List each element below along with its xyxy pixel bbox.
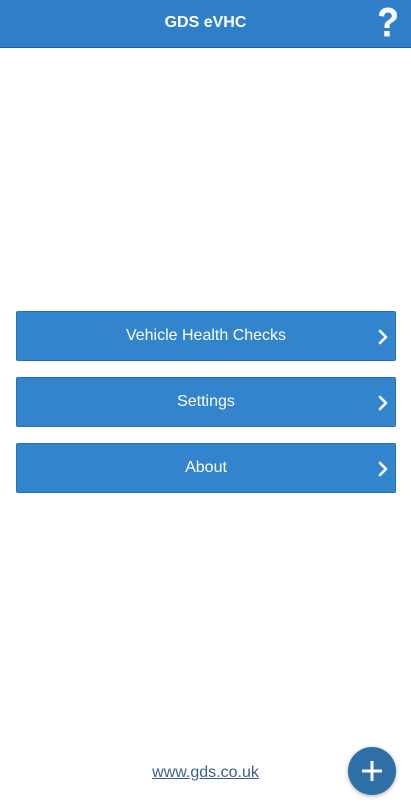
menu-item-label: Settings bbox=[177, 393, 235, 410]
app-header: GDS eVHC bbox=[0, 0, 411, 48]
help-button[interactable] bbox=[375, 6, 401, 40]
menu-item-label: Vehicle Health Checks bbox=[125, 327, 287, 344]
about-button[interactable]: About bbox=[16, 443, 396, 493]
menu-item-label: About bbox=[185, 459, 227, 476]
website-link[interactable]: www.gds.co.uk bbox=[152, 764, 259, 781]
chevron-right-icon bbox=[378, 395, 388, 411]
chevron-right-icon bbox=[378, 461, 388, 477]
plus-icon bbox=[362, 761, 382, 781]
app-title: GDS eVHC bbox=[164, 14, 247, 31]
chevron-right-icon bbox=[378, 329, 388, 345]
add-button[interactable] bbox=[348, 747, 396, 795]
question-mark-icon bbox=[379, 7, 397, 37]
settings-button[interactable]: Settings bbox=[16, 377, 396, 427]
main-menu: Vehicle Health Checks Settings About bbox=[16, 311, 396, 509]
vehicle-health-checks-button[interactable]: Vehicle Health Checks bbox=[16, 311, 396, 361]
